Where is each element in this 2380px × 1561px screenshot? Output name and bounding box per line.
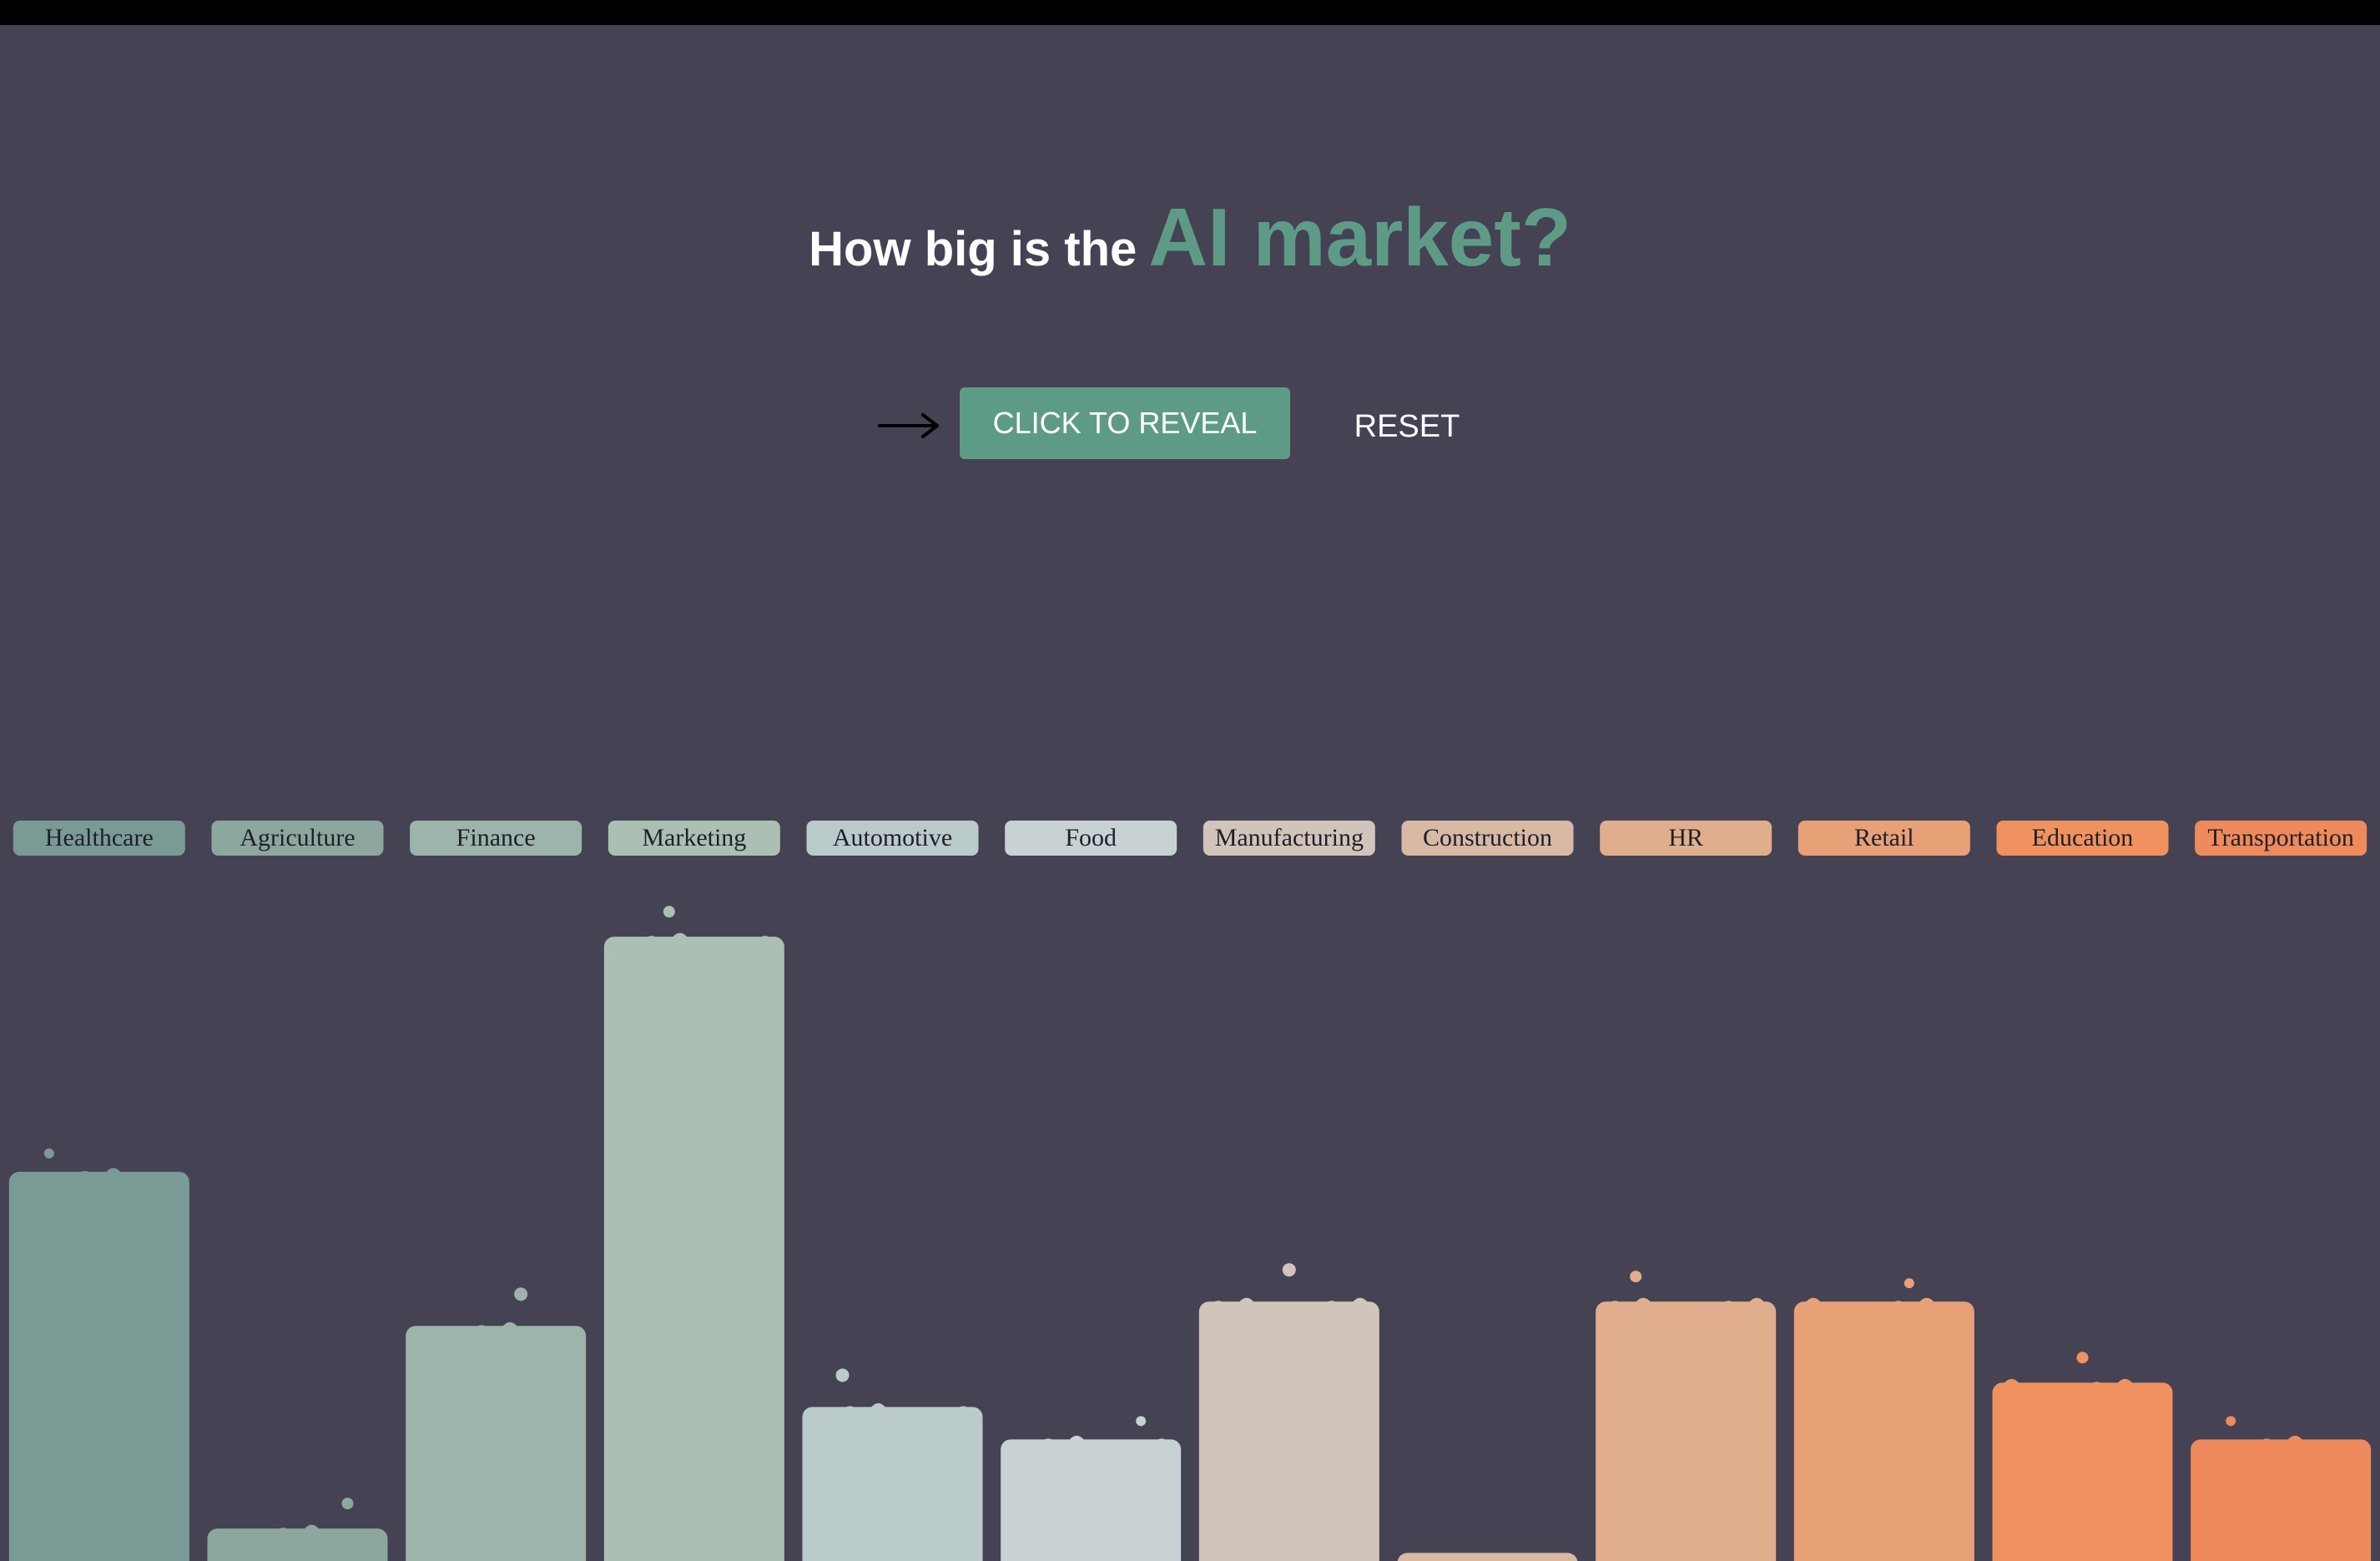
bar-chart: Healthcare Agriculture Finance Marketing Aut… — [8, 821, 2372, 1561]
bar-education — [1992, 1351, 2173, 1561]
category-label-manufacturing: Manufacturing — [1215, 824, 1364, 851]
category-label-automotive: Automotive — [833, 824, 952, 851]
category-label-agriculture: Agriculture — [240, 824, 355, 851]
category-label-hr: HR — [1668, 824, 1703, 851]
bar-hr — [1596, 1271, 1777, 1561]
category-label-education: Education — [2032, 824, 2134, 851]
category-label-finance: Finance — [456, 824, 536, 851]
bar-agriculture — [207, 1498, 388, 1561]
bar-marketing — [603, 906, 784, 1561]
bar-manufacturing — [1198, 1263, 1379, 1561]
bar-construction — [1397, 1553, 1578, 1561]
category-label-transportation: Transportation — [2207, 824, 2354, 851]
category-label-construction: Construction — [1423, 824, 1552, 851]
bar-retail — [1793, 1278, 1974, 1561]
bar-healthcare — [8, 1148, 189, 1561]
category-label-retail: Retail — [1854, 824, 1914, 851]
bar-finance — [406, 1287, 587, 1561]
category-label-healthcare: Healthcare — [45, 824, 154, 851]
category-label-food: Food — [1065, 824, 1117, 851]
category-label-marketing: Marketing — [642, 824, 746, 851]
bar-automotive — [802, 1368, 983, 1561]
bar-transportation — [2191, 1416, 2372, 1561]
bar-food — [1001, 1416, 1182, 1561]
